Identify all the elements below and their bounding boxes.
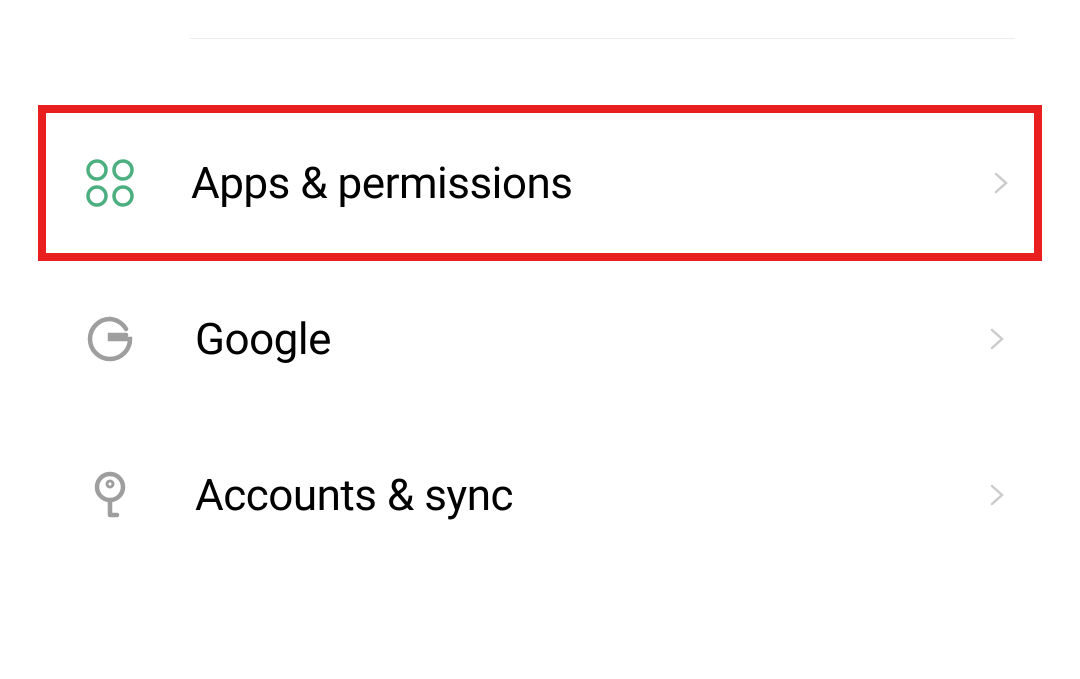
chevron-right-icon xyxy=(990,171,1014,195)
chevron-right-icon xyxy=(986,483,1010,507)
highlight-annotation: Apps & permissions xyxy=(38,105,1042,261)
settings-list: Apps & permissions Google xyxy=(0,105,1080,573)
google-icon xyxy=(85,314,135,364)
settings-item-apps-permissions[interactable]: Apps & permissions xyxy=(0,105,1080,261)
apps-permissions-icon xyxy=(85,158,135,208)
chevron-right-icon xyxy=(986,327,1010,351)
settings-item-google[interactable]: Google xyxy=(0,261,1080,417)
settings-item-label: Google xyxy=(195,313,986,365)
settings-item-accounts-sync[interactable]: Accounts & sync xyxy=(0,417,1080,573)
settings-item-label: Apps & permissions xyxy=(191,157,990,209)
settings-item-label: Accounts & sync xyxy=(195,469,986,521)
key-icon xyxy=(85,470,135,520)
section-divider xyxy=(190,38,1015,39)
